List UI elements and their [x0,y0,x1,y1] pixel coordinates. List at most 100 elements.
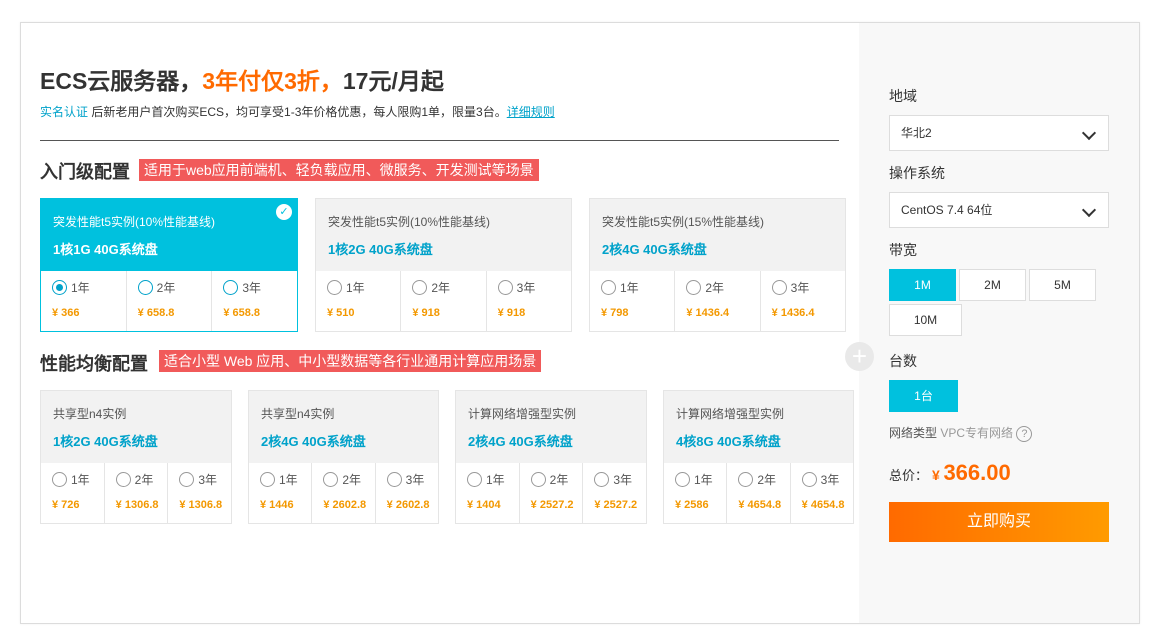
term-option[interactable]: 3年 ¥ 658.8 [212,271,297,331]
term-option[interactable]: 3年 ¥ 2602.8 [376,463,438,523]
instance-spec: 1核2G 40G系统盘 [53,434,158,449]
term-option[interactable]: 3年 ¥ 1436.4 [761,271,845,331]
card-header[interactable]: 共享型n4实例 1核2G 40G系统盘 [41,391,231,463]
term-option[interactable]: 3年 ¥ 4654.8 [791,463,853,523]
product-card[interactable]: 突发性能t5实例(10%性能基线) 1核2G 40G系统盘 1年 ¥ 510 2年 ¥ 9… [315,198,572,332]
count-label: 台数 [889,353,917,369]
product-card[interactable]: 计算网络增强型实例 2核4G 40G系统盘 1年 ¥ 1404 2年 ¥ 2527.2 3年… [455,390,647,524]
term-price: ¥ 726 [52,499,80,511]
term-option[interactable]: 1年 ¥ 1404 [456,463,520,523]
term-price: ¥ 918 [497,307,526,319]
radio-button[interactable] [137,280,153,296]
bandwidth-option-5m[interactable]: 5M [1029,269,1096,301]
term-option[interactable]: 2年 ¥ 2527.2 [520,463,584,523]
realname-link[interactable]: 实名认证 [40,105,88,119]
page-title: ECS云服务器，3年付仅3折，17元/月起 [40,68,444,94]
os-select[interactable]: CentOS 7.4 64位 [889,192,1109,228]
term-option[interactable]: 2年 ¥ 4654.8 [727,463,791,523]
term-price: ¥ 4654.8 [738,499,782,511]
section-tag-balanced: 适合小型 Web 应用、中小型数据等各行业通用计算应用场景 [159,350,542,372]
card-header[interactable]: 突发性能t5实例(10%性能基线) 1核1G 40G系统盘 [41,199,297,271]
product-card[interactable]: 突发性能t5实例(10%性能基线) 1核1G 40G系统盘 ✓ 1年 ¥ 366 2年 ¥ … [40,198,298,332]
term-label: 3年 [790,281,810,296]
term-option[interactable]: 1年 ¥ 726 [41,463,105,523]
radio-button[interactable] [327,280,342,296]
radio-button[interactable] [686,280,702,296]
term-option[interactable]: 1年 ¥ 1446 [249,463,313,523]
instance-spec: 2核4G 40G系统盘 [602,242,707,257]
instance-type: 计算网络增强型实例 [676,407,785,421]
term-price: ¥ 2527.2 [530,499,574,511]
radio-button[interactable] [179,472,195,488]
radio-button[interactable] [52,280,67,296]
bandwidth-option-1m[interactable]: 1M [889,269,956,301]
term-option[interactable]: 1年 ¥ 510 [316,271,402,331]
term-option[interactable]: 1年 ¥ 366 [41,271,127,331]
card-header[interactable]: 计算网络增强型实例 4核8G 40G系统盘 [664,391,853,463]
product-card[interactable]: 计算网络增强型实例 4核8G 40G系统盘 1年 ¥ 2586 2年 ¥ 4654.8 3年… [663,390,854,524]
card-header[interactable]: 计算网络增强型实例 2核4G 40G系统盘 [456,391,646,463]
term-option[interactable]: 1年 ¥ 2586 [664,463,728,523]
radio-button[interactable] [771,280,787,296]
radio-button[interactable] [52,472,67,488]
plus-icon[interactable]: + [845,342,874,371]
term-label: 1年 [71,281,90,296]
term-label: 1年 [346,281,365,296]
instance-spec: 1核1G 40G系统盘 [53,242,158,257]
card-header[interactable]: 突发性能t5实例(15%性能基线) 2核4G 40G系统盘 [590,199,845,271]
instance-type: 共享型n4实例 [261,407,335,421]
rules-link[interactable]: 详细规则 [507,105,555,119]
term-label: 3年 [405,473,425,488]
radio-button[interactable] [801,472,817,488]
term-option[interactable]: 2年 ¥ 1436.4 [675,271,761,331]
term-option[interactable]: 3年 ¥ 1306.8 [168,463,231,523]
radio-button[interactable] [386,472,402,488]
buy-now-button[interactable]: 立即购买 [889,502,1109,542]
radio-button[interactable] [497,280,513,296]
term-label: 2年 [705,281,725,296]
term-price: ¥ 366 [52,307,80,319]
term-option[interactable]: 2年 ¥ 2602.8 [312,463,376,523]
radio-button[interactable] [530,472,546,488]
term-option[interactable]: 3年 ¥ 2527.2 [583,463,646,523]
product-card[interactable]: 突发性能t5实例(15%性能基线) 2核4G 40G系统盘 1年 ¥ 798 2年 ¥ 1… [589,198,846,332]
product-card[interactable]: 共享型n4实例 2核4G 40G系统盘 1年 ¥ 1446 2年 ¥ 2602.8 3年 ¥ … [248,390,439,524]
term-option[interactable]: 2年 ¥ 1306.8 [105,463,169,523]
card-header[interactable]: 共享型n4实例 2核4G 40G系统盘 [249,391,438,463]
radio-button[interactable] [260,472,275,488]
term-option[interactable]: 3年 ¥ 918 [487,271,571,331]
term-label: 1年 [694,473,713,488]
term-price: ¥ 798 [601,307,629,319]
term-option[interactable]: 2年 ¥ 658.8 [127,271,213,331]
bandwidth-option-10m[interactable]: 10M [889,304,962,336]
radio-button[interactable] [115,472,131,488]
term-price: ¥ 2602.8 [386,499,430,511]
term-label: 3年 [516,281,536,296]
section-title-balanced: 性能均衡配置 [40,354,148,374]
radio-button[interactable] [323,472,339,488]
help-icon[interactable]: ? [1016,425,1033,442]
radio-button[interactable] [594,472,610,488]
term-price: ¥ 1436.4 [771,307,815,319]
card-header[interactable]: 突发性能t5实例(10%性能基线) 1核2G 40G系统盘 [316,199,571,271]
term-label: 1年 [486,473,505,488]
term-label: 3年 [820,473,840,488]
radio-button[interactable] [675,472,690,488]
radio-button[interactable] [601,280,616,296]
bandwidth-option-2m[interactable]: 2M [959,269,1026,301]
term-option[interactable]: 2年 ¥ 918 [401,271,487,331]
radio-button[interactable] [738,472,754,488]
chevron-down-icon [1081,202,1097,218]
term-price: ¥ 1446 [260,499,294,511]
radio-button[interactable] [412,280,428,296]
count-option-1[interactable]: 1台 [889,380,958,412]
product-card[interactable]: 共享型n4实例 1核2G 40G系统盘 1年 ¥ 726 2年 ¥ 1306.8 3年 ¥ 1… [40,390,232,524]
title-highlight: 3年付仅3折， [202,68,343,94]
term-label: 1年 [279,473,298,488]
radio-button[interactable] [467,472,482,488]
term-label: 3年 [613,473,633,488]
radio-button[interactable] [223,280,239,296]
instance-type: 突发性能t5实例(15%性能基线) [602,215,765,229]
term-option[interactable]: 1年 ¥ 798 [590,271,676,331]
region-select[interactable]: 华北2 [889,115,1109,151]
